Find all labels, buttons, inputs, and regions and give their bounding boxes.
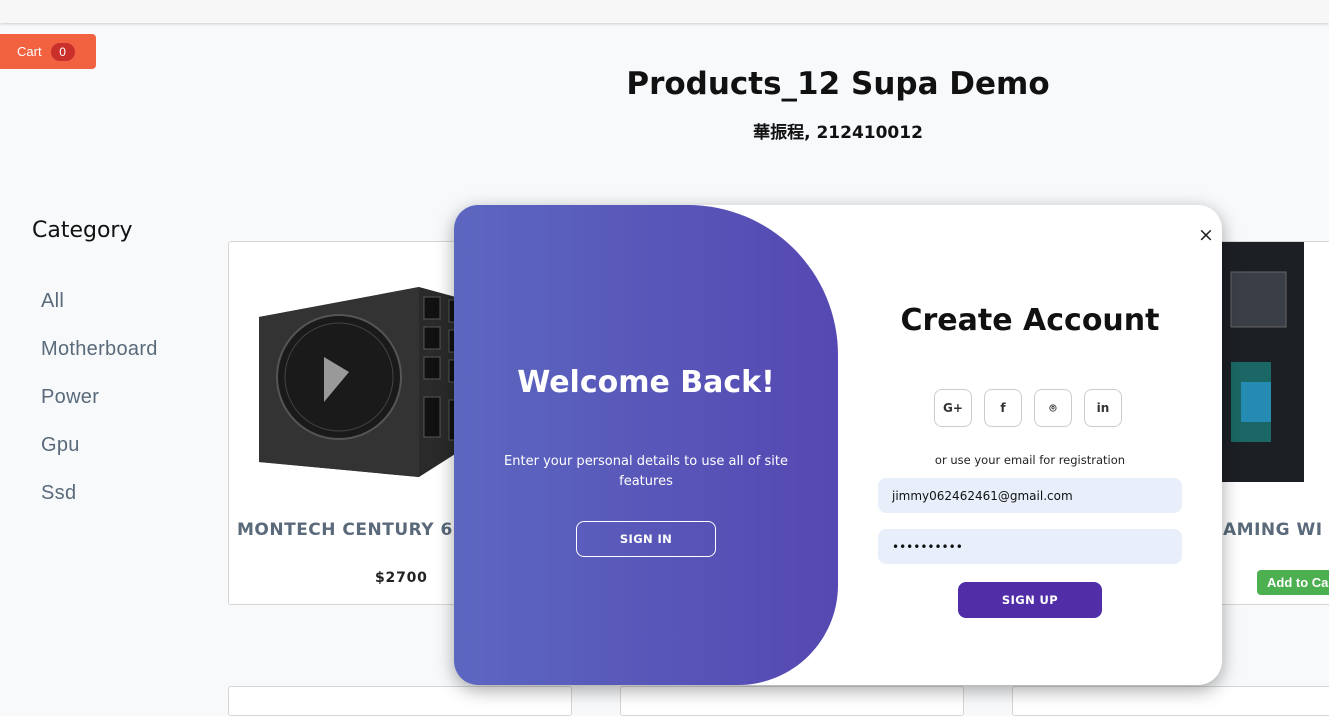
- cart-label: Cart: [17, 44, 42, 59]
- power-supply-image: [259, 287, 474, 477]
- category-heading: Category: [32, 218, 133, 243]
- linkedin-icon[interactable]: in: [1084, 389, 1122, 427]
- sign-in-button[interactable]: SIGN IN: [576, 521, 716, 557]
- page-subtitle: 華振程, 212410012: [753, 123, 923, 143]
- product-card: [620, 686, 964, 716]
- page-title: Products_12 Supa Demo: [626, 66, 1050, 102]
- welcome-panel: Welcome Back! Enter your personal detail…: [454, 205, 838, 685]
- category-list: All Motherboard Power Gpu Ssd: [41, 290, 158, 530]
- product-name: MONTECH CENTURY 65: [237, 520, 466, 540]
- add-to-cart-button[interactable]: Add to Car: [1257, 570, 1329, 595]
- product-price: $2700: [375, 570, 428, 586]
- facebook-icon[interactable]: f: [984, 389, 1022, 427]
- social-buttons: G+ f ⌾ in: [934, 389, 1134, 427]
- registration-hint: or use your email for registration: [934, 453, 1126, 467]
- category-item-motherboard[interactable]: Motherboard: [41, 338, 158, 386]
- welcome-text: Enter your personal details to use all o…: [504, 454, 788, 489]
- cart-button[interactable]: Cart 0: [0, 34, 96, 69]
- category-item-all[interactable]: All: [41, 290, 158, 338]
- close-icon[interactable]: ×: [1198, 225, 1214, 245]
- create-account-title: Create Account: [900, 303, 1160, 338]
- product-card: [1012, 686, 1329, 716]
- top-navbar: [0, 0, 1329, 23]
- category-item-gpu[interactable]: Gpu: [41, 434, 158, 482]
- category-item-power[interactable]: Power: [41, 386, 158, 434]
- auth-modal: Welcome Back! Enter your personal detail…: [454, 205, 1222, 685]
- sign-up-button[interactable]: SIGN UP: [958, 582, 1102, 618]
- category-item-ssd[interactable]: Ssd: [41, 482, 158, 530]
- github-icon[interactable]: ⌾: [1034, 389, 1072, 427]
- welcome-title: Welcome Back!: [517, 365, 775, 400]
- password-field[interactable]: ••••••••••: [878, 529, 1182, 564]
- cart-count-badge: 0: [50, 42, 75, 61]
- sign-up-form: × Create Account G+ f ⌾ in or use your e…: [838, 205, 1222, 685]
- product-name: AMING WI: [1223, 520, 1323, 540]
- product-card: [228, 686, 572, 716]
- google-plus-icon[interactable]: G+: [934, 389, 972, 427]
- email-field[interactable]: jimmy062462461@gmail.com: [878, 478, 1182, 513]
